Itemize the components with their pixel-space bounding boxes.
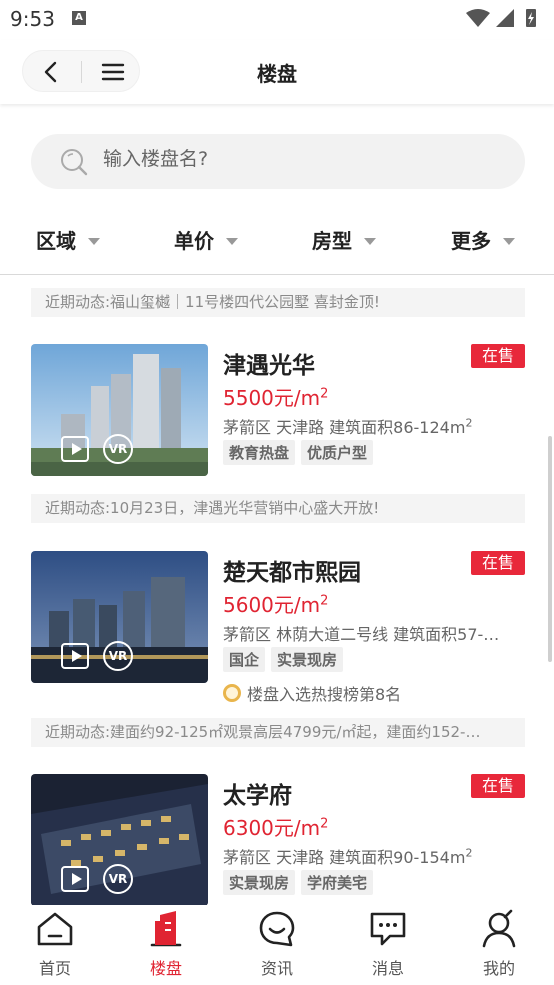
medal-icon	[223, 684, 241, 702]
tag: 优质户型	[301, 440, 374, 465]
play-video-icon[interactable]	[61, 436, 89, 462]
message-icon	[370, 912, 406, 946]
sale-status-badge: 在售	[471, 774, 525, 798]
vr-icon[interactable]: VR	[103, 864, 133, 894]
tag: 实景现房	[223, 870, 296, 895]
price-unit-sup: 2	[320, 816, 329, 832]
dropdown-triangle-icon	[88, 238, 100, 245]
listing-tags: 国企 实景现房	[223, 647, 349, 672]
listing-card[interactable]: VR 津遇光华 5500元/m2 茅箭区 天津路 建筑面积86-124m2 教育…	[31, 344, 525, 478]
tab-home[interactable]: 首页	[0, 905, 110, 985]
search-icon	[61, 149, 88, 176]
listing-name: 楚天都市熙园	[223, 560, 361, 586]
tab-label: 消息	[371, 959, 404, 978]
news-icon	[259, 911, 295, 947]
tag: 教育热盘	[223, 440, 296, 465]
listing-meta: 茅箭区 天津路 建筑面积86-124m2	[223, 414, 523, 438]
filter-bar: 区域 单价 房型 更多	[0, 215, 554, 263]
tab-news[interactable]: 资讯	[222, 905, 332, 985]
tab-label: 我的	[482, 959, 515, 978]
play-video-icon[interactable]	[61, 643, 89, 669]
search-bar[interactable]	[31, 134, 525, 189]
scrollbar[interactable]	[548, 436, 552, 662]
meta-text: 茅箭区 林荫大道二号线 建筑面积57-…	[223, 625, 500, 644]
filter-label: 房型	[312, 229, 352, 253]
listing-tags: 实景现房 学府美宅	[223, 870, 379, 895]
meta-sup: 2	[465, 416, 473, 430]
tag: 国企	[223, 647, 266, 672]
price-text: 5500元/m	[223, 386, 321, 410]
listing-card[interactable]: VR 太学府 6300元/m2 茅箭区 天津路 建筑面积90-154m2 实景现…	[31, 774, 525, 905]
tab-label: 楼盘	[149, 959, 182, 978]
price-unit-sup: 2	[320, 593, 329, 609]
tag: 学府美宅	[301, 870, 374, 895]
listing-meta: 茅箭区 天津路 建筑面积90-154m2	[223, 844, 523, 868]
search-input[interactable]	[103, 148, 503, 170]
listing-price: 5600元/m2	[223, 589, 328, 618]
building-icon	[150, 911, 182, 947]
play-video-icon[interactable]	[61, 866, 89, 892]
filter-label: 单价	[174, 229, 214, 253]
nav-bar: 楼盘	[0, 40, 554, 104]
status-bar: 9:53 A	[0, 0, 554, 38]
news-banner[interactable]: 近期动态:福山玺樾｜11号楼四代公园墅 喜封金顶!	[31, 288, 525, 317]
news-banner[interactable]: 近期动态:10月23日，津遇光华营销中心盛大开放!	[31, 494, 525, 523]
profile-icon	[482, 909, 516, 948]
listing-name: 津遇光华	[223, 353, 315, 379]
listing-card[interactable]: VR 楚天都市熙园 5600元/m2 茅箭区 林荫大道二号线 建筑面积57-… …	[31, 551, 525, 704]
notification-icon: A	[72, 11, 86, 25]
filter-room-type[interactable]: 房型	[312, 225, 376, 254]
sale-status-badge: 在售	[471, 551, 525, 575]
meta-text: 茅箭区 天津路 建筑面积86-124m	[223, 418, 466, 437]
filter-region[interactable]: 区域	[36, 225, 100, 254]
home-icon	[37, 912, 73, 946]
listing-tags: 教育热盘 优质户型	[223, 440, 379, 465]
tab-buildings[interactable]: 楼盘	[111, 905, 221, 985]
price-text: 5600元/m	[223, 593, 321, 617]
news-banner[interactable]: 近期动态:建面约92-125㎡观景高层4799元/㎡起，建面约152-…	[31, 718, 525, 747]
page-title: 楼盘	[257, 62, 297, 86]
hot-rank[interactable]: 楼盘入选热搜榜第8名	[223, 681, 401, 705]
price-text: 6300元/m	[223, 816, 321, 840]
listing-price: 6300元/m2	[223, 812, 328, 841]
listing-meta: 茅箭区 林荫大道二号线 建筑面积57-…	[223, 621, 523, 645]
meta-sup: 2	[465, 846, 473, 860]
divider	[0, 274, 554, 275]
meta-text: 茅箭区 天津路 建筑面积90-154m	[223, 848, 466, 867]
tab-profile[interactable]: 我的	[444, 905, 554, 985]
tab-label: 资讯	[260, 959, 293, 978]
listing-photo: VR	[31, 774, 208, 905]
price-unit-sup: 2	[320, 386, 329, 402]
listing-photo: VR	[31, 551, 208, 683]
sale-status-badge: 在售	[471, 344, 525, 368]
status-time: 9:53	[10, 7, 55, 31]
vr-icon[interactable]: VR	[103, 434, 133, 464]
filter-unit-price[interactable]: 单价	[174, 225, 238, 254]
filter-label: 更多	[451, 229, 491, 253]
bottom-tab-bar: 首页 楼盘 资讯 消息 我的	[0, 905, 554, 985]
listing-name: 太学府	[223, 783, 292, 809]
tab-label: 首页	[38, 959, 71, 978]
listing-price: 5500元/m2	[223, 382, 328, 411]
tag: 实景现房	[271, 647, 344, 672]
filter-more[interactable]: 更多	[451, 225, 515, 254]
dropdown-triangle-icon	[503, 238, 515, 245]
tab-messages[interactable]: 消息	[333, 905, 443, 985]
listing-photo: VR	[31, 344, 208, 476]
dropdown-triangle-icon	[364, 238, 376, 245]
filter-label: 区域	[36, 229, 76, 253]
rank-text: 楼盘入选热搜榜第8名	[247, 685, 402, 704]
system-status-icons	[466, 9, 536, 27]
listing-feed[interactable]: 近期动态:福山玺樾｜11号楼四代公园墅 喜封金顶! VR 津遇光华 5500元/…	[0, 276, 554, 905]
dropdown-triangle-icon	[226, 238, 238, 245]
vr-icon[interactable]: VR	[103, 641, 133, 671]
